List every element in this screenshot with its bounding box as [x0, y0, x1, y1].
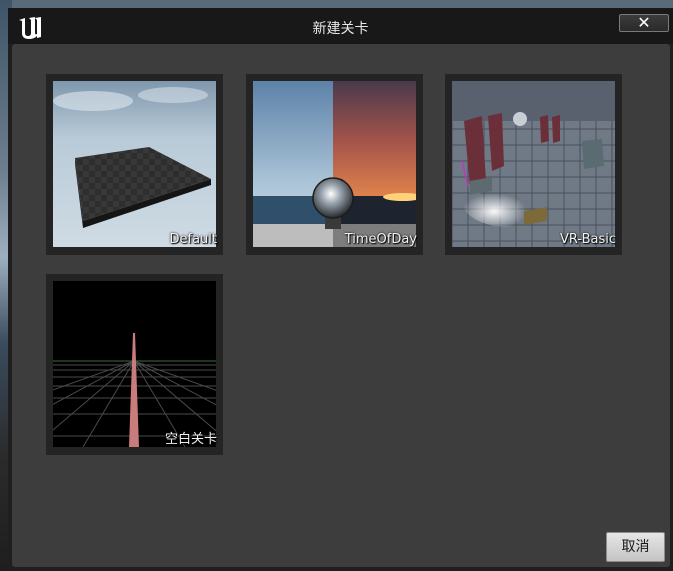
close-button[interactable]: ✕ — [619, 14, 669, 32]
template-label: TimeOfDay — [344, 232, 417, 247]
template-tile-vr-basic[interactable]: VR-Basic — [445, 74, 622, 255]
new-level-dialog: 新建关卡 ✕ Default TimeOfDay VR-Basic 空白关卡 取… — [8, 8, 673, 571]
template-thumbnail-empty-level — [53, 281, 216, 447]
template-tile-empty-level[interactable]: 空白关卡 — [46, 274, 223, 455]
template-tile-timeofday[interactable]: TimeOfDay — [246, 74, 423, 255]
template-tile-default[interactable]: Default — [46, 74, 223, 255]
template-grid: Default TimeOfDay VR-Basic 空白关卡 取消 — [12, 44, 670, 567]
close-icon: ✕ — [637, 13, 651, 32]
template-label: Default — [169, 232, 218, 247]
template-label: VR-Basic — [559, 232, 616, 247]
template-thumbnail-timeofday — [253, 81, 416, 247]
dialog-title: 新建关卡 — [312, 21, 369, 37]
template-thumbnail-vr-basic — [452, 81, 615, 247]
template-label: 空白关卡 — [164, 432, 217, 447]
title-bar[interactable]: 新建关卡 ✕ — [8, 8, 673, 44]
template-thumbnail-default — [53, 81, 216, 247]
cancel-button[interactable]: 取消 — [606, 532, 665, 562]
